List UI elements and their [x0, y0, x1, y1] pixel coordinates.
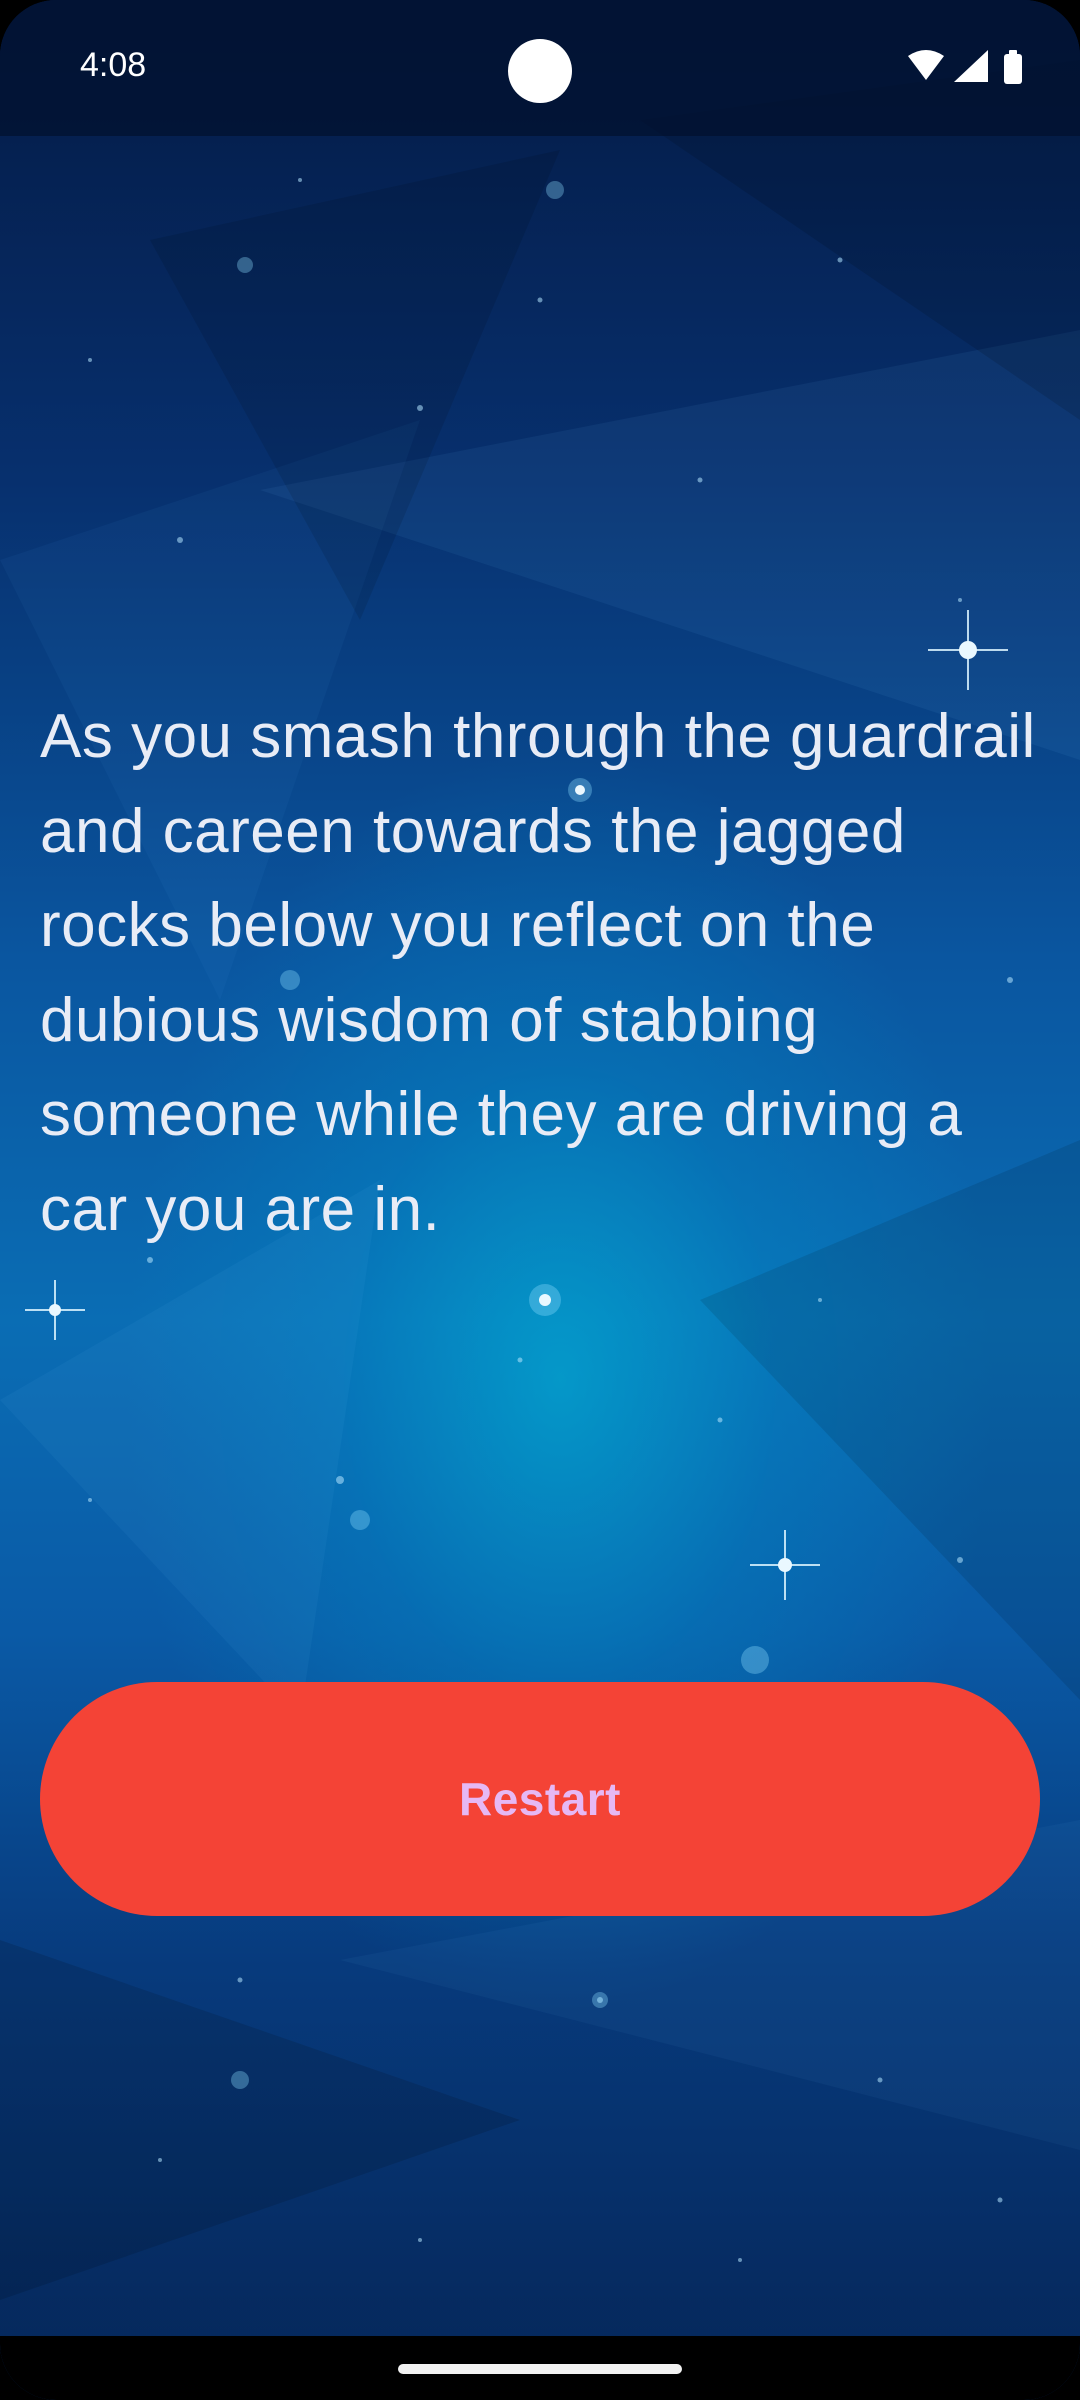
restart-button-label: Restart — [458, 1773, 621, 1825]
home-gesture-handle[interactable] — [398, 2364, 682, 2374]
status-bar: 4:08 — [0, 0, 1080, 136]
battery-icon — [1004, 50, 1022, 84]
story-text: As you smash through the guardrail and c… — [40, 702, 1036, 1244]
restart-button[interactable]: Restart — [40, 1682, 1040, 1916]
wifi-icon — [908, 50, 944, 80]
status-time: 4:08 — [80, 46, 147, 84]
status-icons — [908, 50, 1022, 84]
phone-screen: 4:08 As you smash through the guardrail … — [0, 0, 1080, 2400]
cellular-signal-icon — [954, 50, 988, 82]
camera-cutout — [508, 39, 572, 103]
